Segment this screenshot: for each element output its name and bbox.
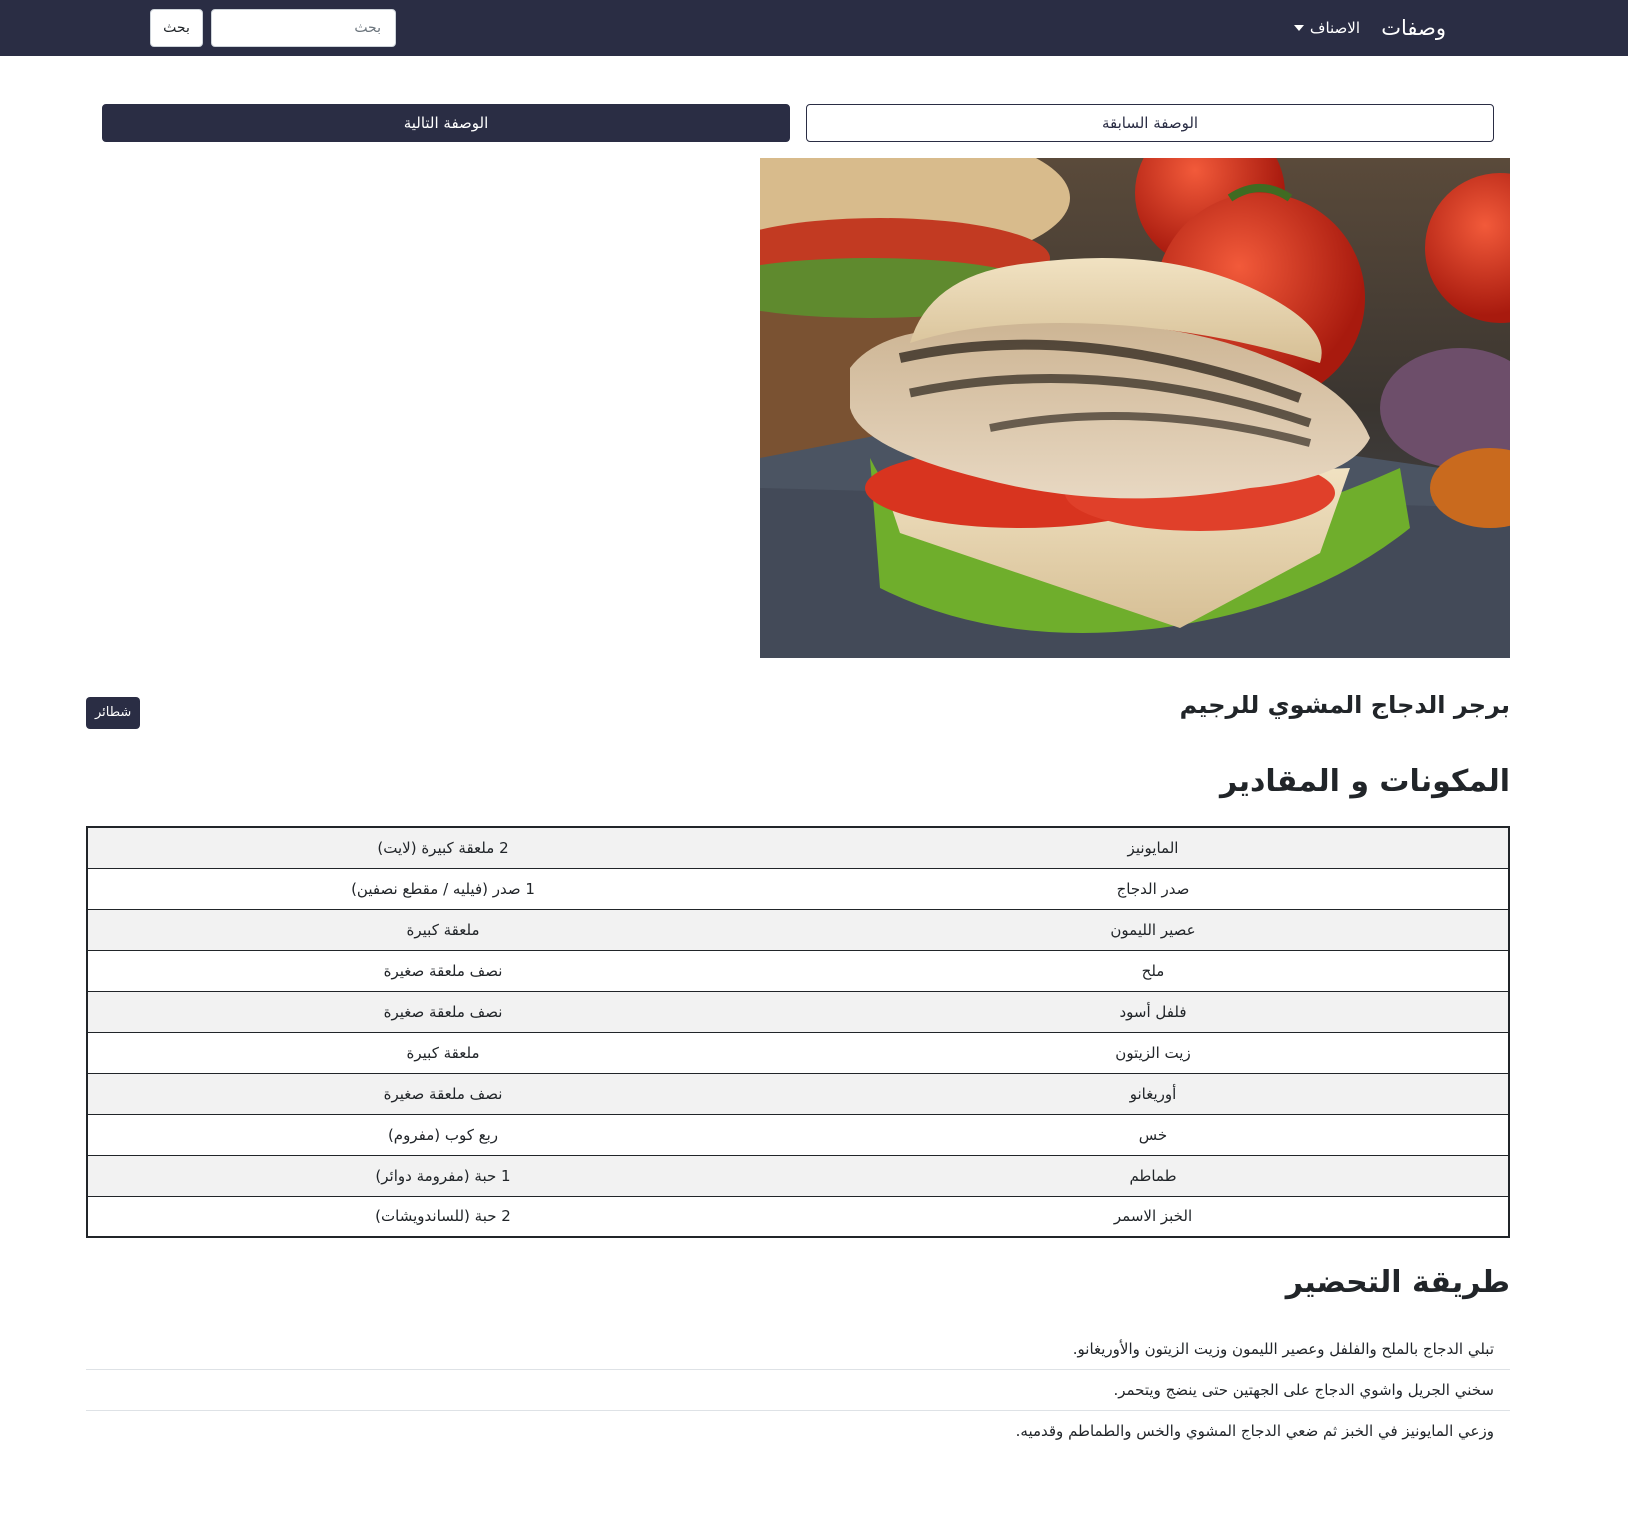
categories-dropdown-label: الاصناف — [1309, 19, 1360, 37]
ingredient-amount: 2 حبة (للساندويشات) — [87, 1195, 798, 1237]
ingredient-amount: 1 حبة (مفرومة دوائر) — [87, 1154, 798, 1196]
search-input[interactable] — [211, 9, 396, 47]
ingredient-amount: نصف ملعقة صغيرة — [87, 990, 798, 1032]
table-row: صدر الدجاج 1 صدر (فيليه / مقطع نصفين) — [87, 867, 1509, 909]
categories-dropdown[interactable]: الاصناف — [1293, 17, 1360, 39]
table-row: طماطم 1 حبة (مفرومة دوائر) — [87, 1154, 1509, 1196]
ingredients-heading: المكونات و المقادير — [1220, 764, 1510, 799]
list-item: تبلي الدجاج بالملح والفلفل وعصير الليمون… — [86, 1329, 1510, 1370]
table-row: فلفل أسود نصف ملعقة صغيرة — [87, 990, 1509, 1032]
search-button[interactable]: بحث — [150, 9, 203, 47]
ingredient-name: طماطم — [798, 1154, 1509, 1196]
ingredient-name: أوريغانو — [798, 1072, 1509, 1114]
brand-link[interactable]: وصفات — [1381, 14, 1446, 42]
recipe-title: برجر الدجاج المشوي للرجيم — [1179, 691, 1510, 719]
ingredient-amount: نصف ملعقة صغيرة — [87, 1072, 798, 1114]
list-item: وزعي المايونيز في الخبز ثم ضعي الدجاج ال… — [1015, 1422, 1494, 1440]
ingredient-name: المايونيز — [798, 827, 1509, 868]
list-item: سخني الجريل واشوي الدجاج على الجهتين حتى… — [86, 1370, 1510, 1411]
ingredient-name: الخبز الاسمر — [798, 1195, 1509, 1237]
ingredient-amount: 1 صدر (فيليه / مقطع نصفين) — [87, 867, 798, 909]
table-row: الخبز الاسمر 2 حبة (للساندويشات) — [87, 1195, 1509, 1237]
table-row: خس ربع كوب (مفروم) — [87, 1113, 1509, 1155]
ingredient-name: عصير الليمون — [798, 908, 1509, 950]
recipe-image — [760, 158, 1510, 658]
ingredient-amount: نصف ملعقة صغيرة — [87, 949, 798, 991]
ingredients-table: المايونيز 2 ملعقة كبيرة (لايت) صدر الدجاج… — [86, 826, 1510, 1238]
previous-recipe-button[interactable]: الوصفة السابقة — [806, 104, 1494, 142]
table-row: ملح نصف ملعقة صغيرة — [87, 949, 1509, 991]
next-recipe-button[interactable]: الوصفة التالية — [102, 104, 790, 142]
table-row: المايونيز 2 ملعقة كبيرة (لايت) — [87, 827, 1509, 868]
ingredient-amount: 2 ملعقة كبيرة (لايت) — [87, 827, 798, 868]
ingredient-name: فلفل أسود — [798, 990, 1509, 1032]
table-row: أوريغانو نصف ملعقة صغيرة — [87, 1072, 1509, 1114]
method-steps-list: تبلي الدجاج بالملح والفلفل وعصير الليمون… — [86, 1329, 1510, 1452]
ingredient-amount: ربع كوب (مفروم) — [87, 1113, 798, 1155]
category-badge[interactable]: شطائر — [86, 697, 141, 729]
table-row: عصير الليمون ملعقة كبيرة — [87, 908, 1509, 950]
table-row: زيت الزيتون ملعقة كبيرة — [87, 1031, 1509, 1073]
ingredient-amount: ملعقة كبيرة — [87, 908, 798, 950]
method-heading: طريقة التحضير — [1285, 1265, 1510, 1300]
top-navbar: وصفات الاصناف بحث — [0, 0, 1628, 56]
ingredient-name: ملح — [798, 949, 1509, 991]
ingredient-amount: ملعقة كبيرة — [87, 1031, 798, 1073]
ingredient-name: صدر الدجاج — [798, 867, 1509, 909]
ingredient-name: خس — [798, 1113, 1509, 1155]
ingredient-name: زيت الزيتون — [798, 1031, 1509, 1073]
caret-down-icon — [1293, 25, 1304, 31]
